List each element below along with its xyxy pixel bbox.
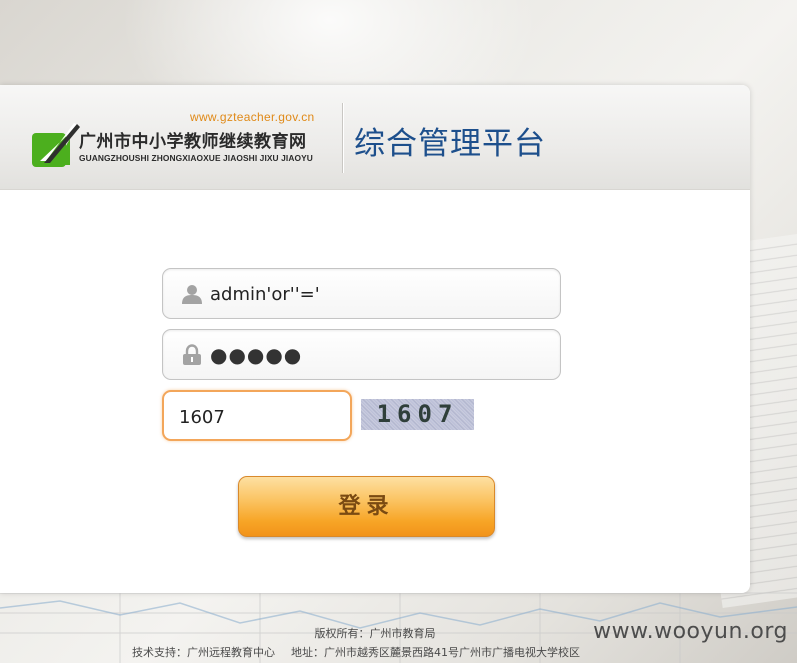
card-header: www.gzteacher.gov.cn 广州市中小学教师继续教育网 GUANG… — [0, 85, 750, 190]
lock-icon — [183, 344, 201, 365]
logo-url: www.gzteacher.gov.cn — [190, 110, 315, 124]
watermark: www.wooyun.org — [593, 619, 788, 644]
user-icon — [182, 285, 202, 304]
password-value: ●●●●● — [210, 343, 303, 367]
footer-support: 技术支持：广州远程教育中心 — [132, 646, 275, 659]
captcha-image[interactable]: 1607 — [361, 399, 474, 430]
username-value: admin'or''=' — [210, 284, 320, 305]
login-button[interactable]: 登录 — [238, 476, 495, 537]
password-field[interactable]: ●●●●● — [162, 329, 561, 380]
captcha-image-text: 1607 — [376, 400, 459, 428]
green-chalkboard-icon — [32, 123, 80, 167]
footer-address: 地址：广州市越秀区麓景西路41号广州市广播电视大学校区 — [291, 646, 580, 659]
username-field[interactable]: admin'or''=' — [162, 268, 561, 319]
header-divider — [342, 103, 343, 173]
captcha-value: 1607 — [179, 407, 225, 428]
footer-info: 技术支持：广州远程教育中心 地址：广州市越秀区麓景西路41号广州市广播电视大学校区 — [132, 644, 580, 660]
platform-title: 综合管理平台 — [354, 126, 546, 162]
logo-site-pinyin: GUANGZHOUSHI ZHONGXIAOXUE JIAOSHI JIXU J… — [79, 153, 313, 163]
logo-site-name: 广州市中小学教师继续教育网 — [79, 132, 307, 152]
login-card: www.gzteacher.gov.cn 广州市中小学教师继续教育网 GUANG… — [0, 85, 750, 593]
captcha-field[interactable]: 1607 — [162, 390, 352, 441]
